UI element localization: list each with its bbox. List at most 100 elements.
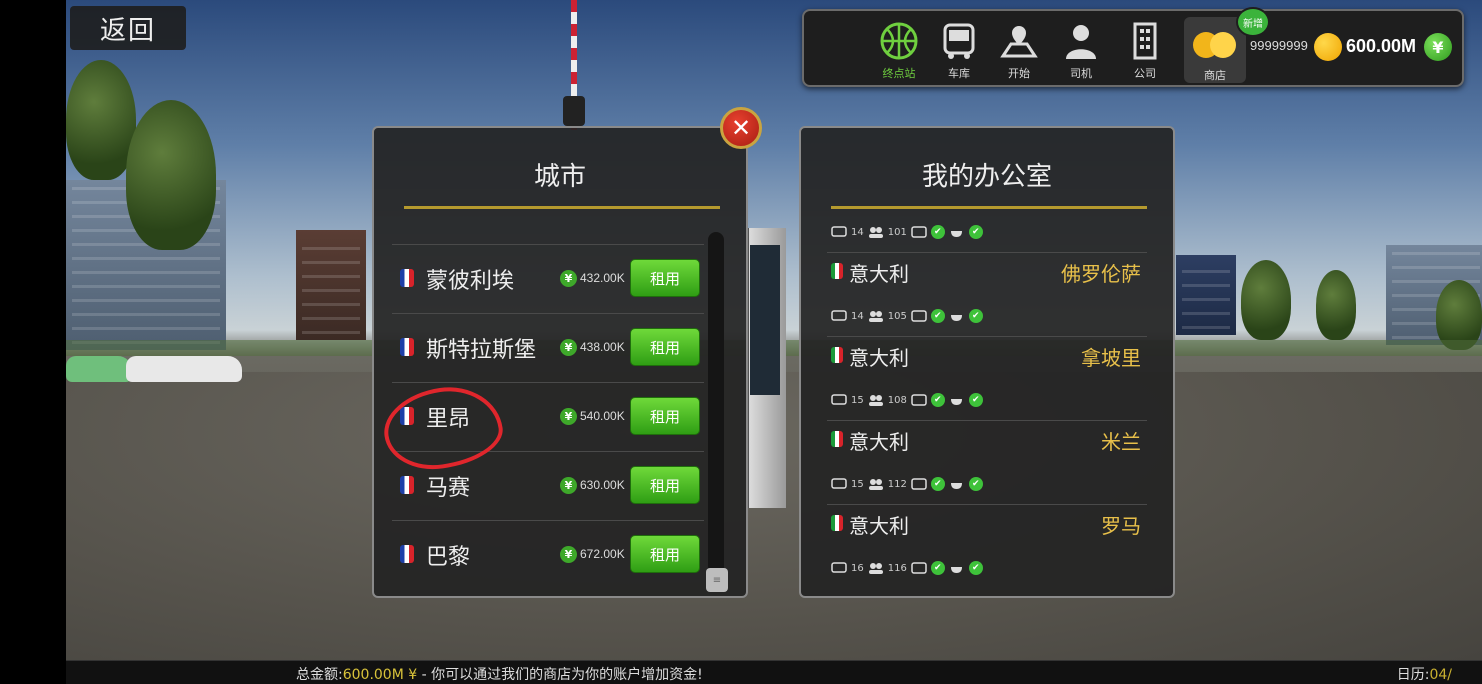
city-price: 672.00K [580,547,625,561]
office-city: 罗马 [1101,514,1141,538]
rent-button[interactable]: 租用 [630,466,700,504]
toolbar-terminal-button[interactable]: 终点站 [870,19,928,85]
staff-count: 112 [887,478,907,490]
coffee-icon [950,315,962,321]
coffee-icon [950,567,962,573]
check-icon: ✔ [968,393,983,407]
staff-icon [868,311,883,322]
toolbar-label: 司机 [1070,67,1092,80]
tree [1316,270,1356,340]
check-icon: ✔ [968,477,983,491]
license-icon [911,478,927,490]
top-toolbar: 终点站 车库 开始 司机 公司 商店 新增 99999999 600.00M ¥ [802,7,1464,87]
office-country: 意大利 [849,514,909,538]
coffee-icon [950,483,962,489]
close-button[interactable]: ✕ [720,107,762,149]
office-row[interactable]: 意大利 罗马 [827,504,1147,540]
close-icon: ✕ [730,114,752,142]
staff-icon [868,395,883,406]
building [1176,255,1236,335]
office-stats: 14 105 ✔ ✔ [831,306,983,326]
toolbar-label: 公司 [1134,67,1156,80]
toolbar-garage-button[interactable]: 车库 [930,19,988,85]
toolbar-label: 车库 [948,67,970,80]
bus-count: 15 [851,478,864,490]
bus-count: 14 [851,226,864,238]
staff-count: 105 [887,310,907,322]
license-icon [911,310,927,322]
yen-add-button[interactable]: ¥ [1424,33,1452,61]
rent-button[interactable]: 租用 [630,259,700,297]
office-stats: 16 116 ✔ ✔ [831,558,983,578]
license-icon [911,562,927,574]
office-country: 意大利 [849,430,909,454]
bus-icon [831,226,847,237]
title-divider [831,206,1147,209]
france-flag-icon [400,338,414,356]
city-row: 斯特拉斯堡 ¥ 438.00K 租用 [392,313,704,379]
city-price: 630.00K [580,478,625,492]
office-row[interactable]: 意大利 佛罗伦萨 [827,252,1147,288]
toolbar-driver-button[interactable]: 司机 [1052,19,1110,85]
yen-icon: ¥ [560,408,577,425]
toolbar-company-button[interactable]: 公司 [1116,19,1174,85]
office-stats: 15 108 ✔ ✔ [831,390,983,410]
coffee-icon [950,231,962,237]
ticker-money: 600.00M ¥ [342,667,418,683]
check-icon: ✔ [930,309,945,323]
money-amount: 600.00M [1346,36,1417,56]
ticker-prefix: 总金额: [296,667,343,683]
toolbar-start-button[interactable]: 开始 [990,19,1048,85]
check-icon: ✔ [968,225,983,239]
license-icon [911,226,927,238]
license-icon [911,394,927,406]
office-stats: 15 112 ✔ ✔ [831,474,983,494]
office-city: 米兰 [1101,430,1141,454]
rent-button[interactable]: 租用 [630,328,700,366]
office-city: 佛罗伦萨 [1061,262,1141,286]
rent-button[interactable]: 租用 [630,535,700,573]
check-icon: ✔ [930,561,945,575]
back-button[interactable]: 返回 [70,6,186,50]
staff-count: 101 [887,226,907,238]
calendar: 日历:04/ [1397,664,1452,684]
italy-flag-icon [831,263,843,279]
office-row[interactable]: 意大利 拿坡里 [827,336,1147,372]
city-panel-title: 城市 [533,162,586,192]
city-name: 马赛 [426,476,471,501]
city-row: 蒙彼利埃 ¥ 432.00K 租用 [392,244,704,310]
france-flag-icon [400,476,414,494]
rent-button[interactable]: 租用 [630,397,700,435]
staff-icon [868,479,883,490]
bus-icon [831,310,847,321]
coins-icon [1190,27,1240,61]
calendar-label: 日历: [1396,667,1430,683]
title-divider [404,206,720,209]
check-icon: ✔ [930,225,945,239]
city-name: 巴黎 [426,545,471,570]
office-row[interactable]: 意大利 米兰 [827,420,1147,456]
office-stats: 14 101 ✔ ✔ [831,222,983,242]
tv-tower-top [563,96,585,126]
city-name: 斯特拉斯堡 [426,338,537,363]
tree [126,100,216,250]
city-list-scrollbar[interactable] [708,232,724,592]
city-price: 438.00K [580,340,625,354]
car [126,356,242,382]
staff-icon [868,563,883,574]
italy-flag-icon [831,431,843,447]
staff-icon [868,227,883,238]
bus-window [750,245,780,395]
bottom-ticker: 总金额:600.00M ¥ - 你可以通过我们的商店为你的账户增加资金! 日历:… [66,660,1482,684]
ticker-message: 总金额:600.00M ¥ - 你可以通过我们的商店为你的账户增加资金! [296,664,703,684]
tree [66,60,136,180]
game-scene-background [66,0,1482,660]
office-country: 意大利 [849,262,909,286]
gold-coin-icon [1314,33,1342,61]
france-flag-icon [400,545,414,563]
scroll-thumb[interactable]: ≡ [706,568,728,592]
city-price: 540.00K [580,409,625,423]
bus-count: 14 [851,310,864,322]
basketball-icon [877,19,921,63]
bus-icon [937,19,981,63]
